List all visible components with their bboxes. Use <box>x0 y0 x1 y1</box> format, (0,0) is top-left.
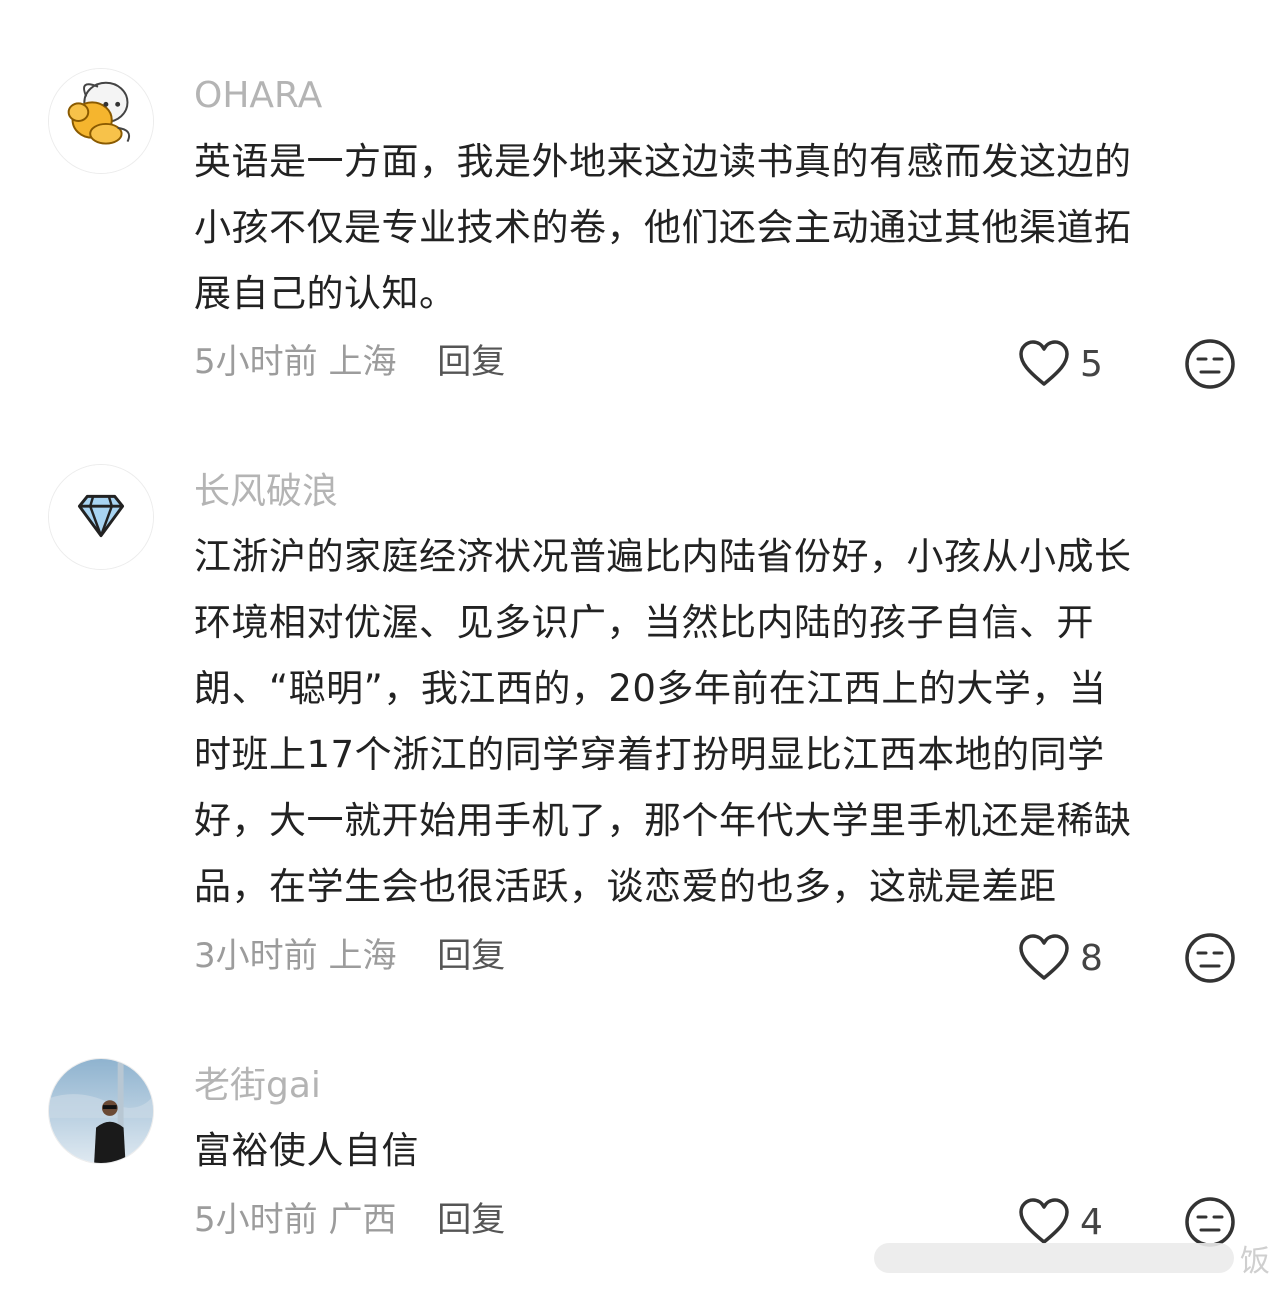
avatar[interactable] <box>48 68 154 174</box>
reply-button[interactable]: 回复 <box>437 936 505 976</box>
comment-meta: 5小时前 广西 回复 <box>194 1198 505 1242</box>
dislike-button[interactable] <box>1184 932 1236 984</box>
location: 上海 <box>328 342 397 382</box>
like-button[interactable]: 5 <box>1018 336 1103 392</box>
comment-line: 好，大一就开始用手机了，那个年代大学里手机还是稀缺 <box>194 799 1132 842</box>
comment-line: 富裕使人自信 <box>194 1129 419 1172</box>
comment-meta: 5小时前 上海 回复 <box>194 340 505 384</box>
comment-line: 小孩不仅是专业技术的卷，他们还会主动通过其他渠道拓 <box>194 206 1132 249</box>
location: 上海 <box>328 936 397 976</box>
like-count: 8 <box>1080 937 1103 979</box>
comment-meta: 3小时前 上海 回复 <box>194 934 505 978</box>
heart-icon <box>1019 340 1069 386</box>
comment-line: 朗、“聪明”，我江西的，20多年前在江西上的大学，当 <box>194 667 1107 710</box>
photo-person-avatar-icon <box>49 1059 153 1163</box>
comment-line: 时班上17个浙江的同学穿着打扮明显比江西本地的同学 <box>194 733 1105 776</box>
watermark: 饭 <box>868 1228 1284 1288</box>
username[interactable]: 老街gai <box>194 1064 321 1108</box>
dislike-button[interactable] <box>1184 338 1236 390</box>
heart-icon <box>1019 934 1069 980</box>
watermark-bar <box>874 1243 1234 1273</box>
reply-button[interactable]: 回复 <box>437 342 505 382</box>
location: 广西 <box>328 1200 397 1240</box>
avatar[interactable] <box>48 1058 154 1164</box>
username[interactable]: OHARA <box>194 74 322 118</box>
comment-line: 环境相对优渥、见多识广，当然比内陆的孩子自信、开 <box>194 601 1094 644</box>
like-count: 5 <box>1080 343 1103 385</box>
like-button[interactable]: 8 <box>1018 930 1103 986</box>
comment-text: 富裕使人自信 <box>194 1118 1244 1184</box>
comment-line: 展自己的认知。 <box>194 272 457 315</box>
neutral-face-icon <box>1185 339 1235 389</box>
comment-text: 江浙沪的家庭经济状况普遍比内陆省份好，小孩从小成长 环境相对优渥、见多识广，当然… <box>194 524 1244 920</box>
diamond-avatar-icon <box>49 465 153 569</box>
comment-line: 江浙沪的家庭经济状况普遍比内陆省份好，小孩从小成长 <box>194 535 1132 578</box>
avatar[interactable] <box>48 464 154 570</box>
comment-text: 英语是一方面，我是外地来这边读书真的有感而发这边的 小孩不仅是专业技术的卷，他们… <box>194 129 1244 327</box>
timestamp: 3小时前 <box>194 936 318 976</box>
reply-button[interactable]: 回复 <box>437 1200 505 1240</box>
timestamp: 5小时前 <box>194 342 318 382</box>
timestamp: 5小时前 <box>194 1200 318 1240</box>
cartoon-cat-avatar-icon <box>49 69 153 173</box>
watermark-text: 饭 <box>1240 1244 1270 1279</box>
comment-line: 品，在学生会也很活跃，谈恋爱的也多，这就是差距 <box>194 865 1057 908</box>
comment-line: 英语是一方面，我是外地来这边读书真的有感而发这边的 <box>194 140 1132 183</box>
neutral-face-icon <box>1185 933 1235 983</box>
username[interactable]: 长风破浪 <box>194 470 338 514</box>
